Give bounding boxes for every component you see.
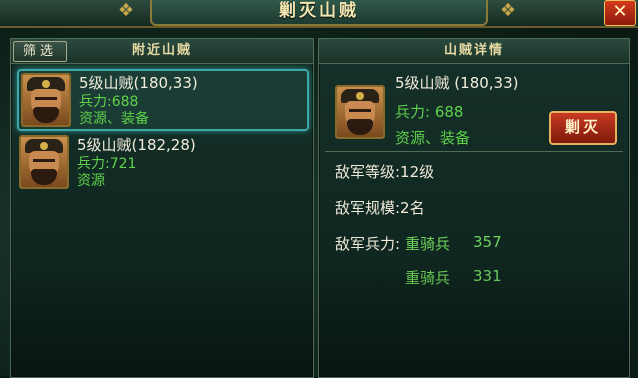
divider bbox=[325, 151, 623, 152]
bandit-detail-troops: 兵力: 688 bbox=[395, 103, 464, 121]
unit-count: 331 bbox=[473, 267, 502, 285]
bandit-resources: 资源、装备 bbox=[79, 111, 149, 127]
close-button[interactable]: ✕ bbox=[604, 0, 636, 26]
enemy-scale: 敌军规模:2名 bbox=[335, 199, 425, 217]
unit-count: 357 bbox=[473, 233, 502, 251]
game-window: ❖ 剿灭山贼 ❖ ✕ 附近山贼 筛选 5级山贼(180,33) 兵力:688 资… bbox=[0, 0, 638, 378]
nearby-bandits-title: 附近山贼 bbox=[131, 43, 192, 58]
bandit-name: 5级山贼(180,33) bbox=[79, 74, 198, 92]
annihilate-button[interactable]: 剿灭 bbox=[549, 111, 617, 145]
close-icon: ✕ bbox=[612, 1, 628, 22]
bandit-avatar bbox=[19, 135, 69, 189]
bandit-name: 5级山贼(182,28) bbox=[77, 136, 196, 154]
title-bar: ❖ 剿灭山贼 ❖ ✕ bbox=[0, 0, 638, 28]
bandit-detail-avatar bbox=[335, 85, 385, 139]
bandit-list-item[interactable]: 5级山贼(180,33) 兵力:688 资源、装备 bbox=[17, 69, 309, 131]
bandit-details-title: 山贼详情 bbox=[443, 43, 504, 58]
nearby-bandits-panel: 附近山贼 筛选 5级山贼(180,33) 兵力:688 资源、装备 5级山贼(1… bbox=[10, 38, 314, 378]
unit-type: 重骑兵 bbox=[405, 269, 451, 287]
unit-type: 重骑兵 bbox=[405, 235, 451, 253]
filter-button[interactable]: 筛选 bbox=[13, 41, 67, 62]
bandit-resources: 资源 bbox=[77, 173, 105, 189]
bandit-avatar bbox=[21, 73, 71, 127]
window-title: 剿灭山贼 bbox=[150, 0, 488, 26]
bandit-details-panel: 山贼详情 5级山贼 (180,33) 兵力: 688 资源、装备 剿灭 敌军等级… bbox=[318, 38, 630, 378]
enemy-level: 敌军等级:12级 bbox=[335, 163, 435, 181]
bandit-detail-resources: 资源、装备 bbox=[395, 129, 471, 147]
enemy-strength-label: 敌军兵力: bbox=[335, 235, 401, 253]
bandit-list-item[interactable]: 5级山贼(182,28) 兵力:721 资源 bbox=[17, 133, 305, 191]
bandit-details-header: 山贼详情 bbox=[319, 39, 629, 64]
ornament-left-icon: ❖ bbox=[117, 0, 135, 21]
ornament-right-icon: ❖ bbox=[499, 0, 517, 21]
panel-shade bbox=[11, 257, 313, 377]
bandit-detail-name: 5级山贼 (180,33) bbox=[395, 74, 519, 92]
